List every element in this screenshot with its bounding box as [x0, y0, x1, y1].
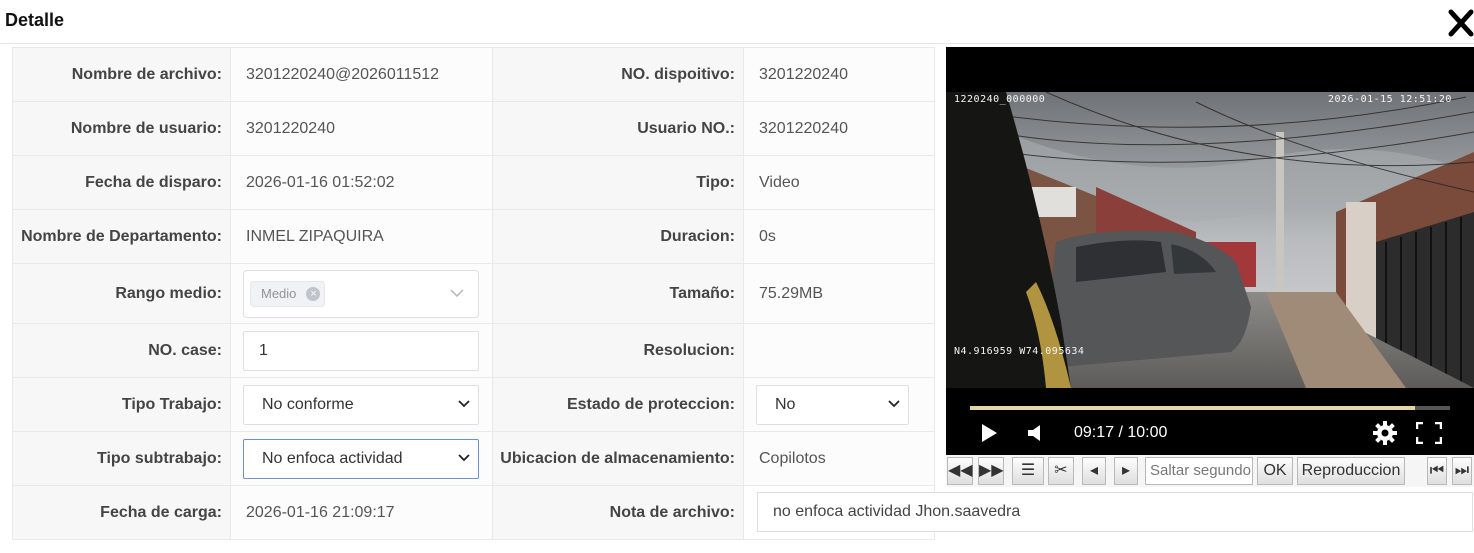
range-tag: Medio ×: [250, 280, 326, 307]
file-note-label: Nota de archivo:: [492, 485, 744, 540]
case-label: NO. case:: [12, 323, 231, 378]
table-row: NO. case: 1 Resolucion:: [12, 323, 935, 378]
skip-end-icon: ⏭: [1454, 462, 1470, 479]
tag-close-icon[interactable]: ×: [306, 286, 321, 301]
protection-label: Estado de proteccion:: [492, 377, 744, 432]
seek-input[interactable]: Saltar segundo: [1145, 457, 1253, 485]
next-frame-icon: ▸: [1121, 462, 1131, 479]
case-input[interactable]: 1: [243, 330, 479, 371]
protection-value: No: [775, 395, 796, 413]
chevron-down-icon: [458, 453, 470, 461]
subwork-label: Tipo subtrabajo:: [12, 431, 231, 486]
dialog-header: Detalle: [0, 0, 1474, 44]
player-toolbar: ◀◀ ▶▶ ☰ ✂ ◂ ▸ Saltar segundo OK Reproduc…: [946, 455, 1474, 487]
next-frame-button[interactable]: ▸: [1114, 457, 1138, 485]
detail-table: Nombre de archivo: 3201220240@2026011512…: [12, 47, 935, 540]
department-value: INMEL ZIPAQUIRA: [230, 209, 493, 264]
resolution-label: Resolucion:: [492, 323, 744, 378]
progress-bar[interactable]: [970, 406, 1450, 410]
table-row: Nombre de Departamento: INMEL ZIPAQUIRA …: [12, 209, 935, 264]
table-row: Nombre de archivo: 3201220240@2026011512…: [12, 47, 935, 102]
protection-select[interactable]: No: [756, 384, 909, 425]
rewind-button[interactable]: ◀◀: [947, 457, 973, 485]
trigger-date-value: 2026-01-16 01:52:02: [230, 155, 493, 210]
chevron-down-icon: [458, 399, 470, 407]
play-icon[interactable]: [980, 423, 998, 443]
subwork-select[interactable]: No enfoca actividad: [243, 438, 479, 479]
settings-icon[interactable]: [1373, 421, 1397, 445]
video-player[interactable]: 1220240_000000 2026-01-15 12:51:20 N4.91…: [946, 47, 1474, 455]
user-no-label: Usuario NO.:: [492, 101, 744, 156]
device-no-label: NO. dispoitivo:: [492, 47, 744, 102]
osd-timestamp: 2026-01-15 12:51:20: [1328, 94, 1452, 105]
prev-frame-button[interactable]: ◂: [1082, 457, 1106, 485]
rewind-icon: ◀◀: [948, 462, 973, 479]
cut-button[interactable]: ✂: [1048, 457, 1074, 485]
file-name-label: Nombre de archivo:: [12, 47, 231, 102]
volume-icon[interactable]: [1026, 424, 1044, 442]
detail-dialog: Detalle Nombre de archivo: 3201220240@20…: [0, 0, 1474, 553]
type-label: Tipo:: [492, 155, 744, 210]
prev-frame-icon: ◂: [1089, 462, 1099, 479]
video-frame: [946, 92, 1474, 388]
size-value: 75.29MB: [743, 263, 935, 324]
user-name-value: 3201220240: [230, 101, 493, 156]
subwork-value: No enfoca actividad: [262, 449, 403, 467]
type-value: Video: [743, 155, 935, 210]
work-type-select[interactable]: No conforme: [243, 384, 479, 425]
user-no-value: 3201220240: [743, 101, 935, 156]
progress-fill: [970, 406, 1415, 410]
device-no-value: 3201220240: [743, 47, 935, 102]
upload-date-label: Fecha de carga:: [12, 485, 231, 540]
range-select[interactable]: Medio ×: [243, 269, 479, 318]
duration-label: Duracion:: [492, 209, 744, 264]
resolution-value: [743, 323, 935, 378]
dialog-title: Detalle: [5, 10, 65, 30]
table-row: Fecha de disparo: 2026-01-16 01:52:02 Ti…: [12, 155, 935, 210]
range-label: Rango medio:: [12, 263, 231, 324]
ok-button[interactable]: OK: [1257, 457, 1293, 485]
storage-label: Ubicacion de almacenamiento:: [492, 431, 744, 486]
fast-forward-icon: ▶▶: [979, 462, 1004, 479]
list-icon: ☰: [1020, 462, 1036, 479]
skip-end-button[interactable]: ⏭: [1452, 457, 1472, 485]
user-name-label: Nombre de usuario:: [12, 101, 231, 156]
table-row: Tipo Trabajo: No conforme Estado de prot…: [12, 377, 935, 432]
work-type-label: Tipo Trabajo:: [12, 377, 231, 432]
file-note-input[interactable]: no enfoca actividad Jhon.saavedra: [757, 492, 1473, 532]
skip-start-button[interactable]: ⏮: [1427, 457, 1447, 485]
fast-forward-button[interactable]: ▶▶: [978, 457, 1004, 485]
close-icon[interactable]: [1448, 8, 1474, 38]
department-label: Nombre de Departamento:: [12, 209, 231, 264]
skip-start-icon: ⏮: [1429, 462, 1445, 479]
duration-value: 0s: [743, 209, 935, 264]
table-row: Nombre de usuario: 3201220240 Usuario NO…: [12, 101, 935, 156]
file-name-value: 3201220240@2026011512: [246, 65, 440, 83]
chevron-down-icon: [450, 288, 464, 297]
chevron-down-icon: [888, 399, 900, 407]
list-button[interactable]: ☰: [1012, 457, 1044, 485]
range-tag-label: Medio: [261, 285, 297, 301]
upload-date-value: 2026-01-16 21:09:17: [230, 485, 493, 540]
playback-button[interactable]: Reproduccion: [1297, 457, 1405, 485]
osd-gps: N4.916959 W74.095634: [954, 346, 1085, 357]
storage-value: Copilotos: [743, 431, 935, 486]
work-type-value: No conforme: [262, 395, 354, 413]
trigger-date-label: Fecha de disparo:: [12, 155, 231, 210]
table-row: Tipo subtrabajo: No enfoca actividad Ubi…: [12, 431, 935, 486]
scissors-icon: ✂: [1054, 462, 1068, 479]
fullscreen-icon[interactable]: [1416, 422, 1442, 444]
time-display: 09:17 / 10:00: [1074, 424, 1168, 441]
osd-file-id: 1220240_000000: [954, 94, 1046, 105]
table-row: Rango medio: Medio × Tamaño: 75.29MB: [12, 263, 935, 324]
size-label: Tamaño:: [492, 263, 744, 324]
